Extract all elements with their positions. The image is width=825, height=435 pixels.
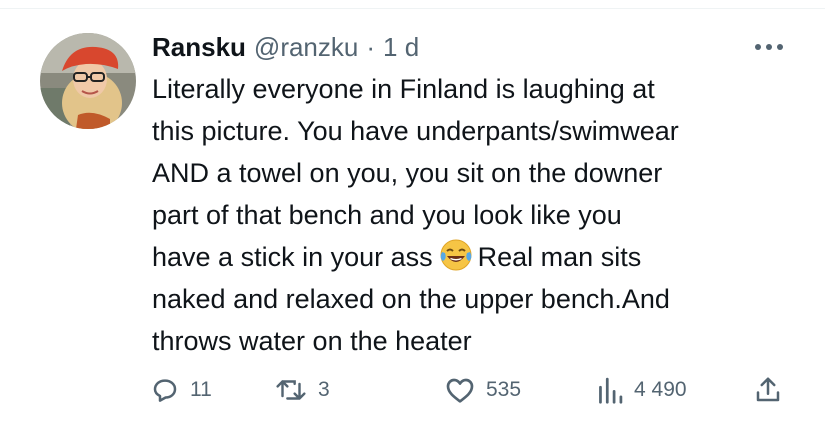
timestamp[interactable]: 1 d: [383, 30, 419, 64]
retweet-button[interactable]: 3: [274, 370, 330, 410]
like-button[interactable]: 535: [444, 370, 521, 410]
tweet-text-line: this picture. You have underpants/swimwe…: [152, 116, 679, 146]
user-handle[interactable]: @ranzku: [254, 30, 358, 64]
tweet-header: Ransku @ranzku · 1 d: [152, 30, 419, 64]
reply-button[interactable]: 11: [150, 370, 212, 410]
tweet-text-line: AND a towel on you, you sit on the downe…: [152, 158, 663, 188]
views-count: 4 490: [634, 378, 687, 401]
retweet-count: 3: [318, 378, 330, 401]
reply-icon: [150, 375, 180, 405]
tweet-text-segment: have a stick in your ass: [152, 242, 433, 272]
avatar[interactable]: [40, 33, 136, 129]
reply-count: 11: [190, 378, 212, 401]
retweet-icon: [274, 375, 308, 405]
tweet-text-segment: Real man sits: [477, 242, 642, 272]
more-horizontal-icon[interactable]: [752, 30, 786, 64]
tweet-text-line: part of that bench and you look like you: [152, 200, 622, 230]
tweet-text-line: throws water on the heater: [152, 326, 472, 356]
tweet-text-line: naked and relaxed on the upper bench.And: [152, 284, 670, 314]
like-count: 535: [486, 378, 522, 401]
top-divider: [0, 8, 825, 9]
tweet-text: Literally everyone in Finland is laughin…: [152, 68, 812, 362]
display-name[interactable]: Ransku: [152, 30, 246, 64]
tweet-text-line-with-emoji: have a stick in your ass Real man sits: [152, 236, 812, 278]
tweet-text-line: Literally everyone in Finland is laughin…: [152, 74, 655, 104]
share-button[interactable]: [754, 370, 782, 410]
action-bar: 11 3 535 4 490: [150, 370, 790, 410]
separator-dot: ·: [366, 32, 376, 62]
views-icon: [596, 375, 624, 405]
share-icon: [754, 375, 782, 405]
face-with-tears-of-joy-emoji: [439, 238, 473, 272]
like-icon: [444, 375, 476, 405]
avatar-image: [40, 33, 136, 129]
views-button[interactable]: 4 490: [596, 370, 687, 410]
